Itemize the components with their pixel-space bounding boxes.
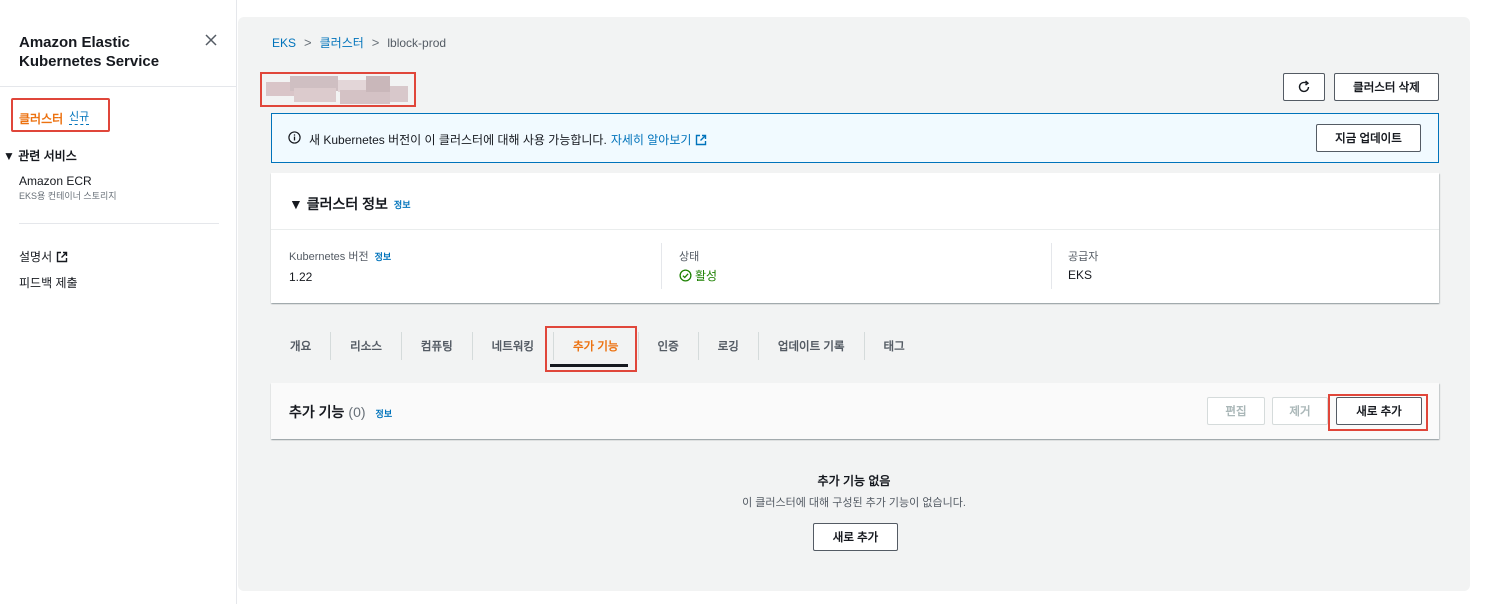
- close-icon[interactable]: [203, 32, 219, 48]
- sidebar-item-clusters[interactable]: 클러스터: [19, 110, 63, 127]
- status-value-wrap: 활성: [679, 267, 717, 284]
- addons-card: 추가 기능 (0) 정보 편집 제거 새로 추가: [271, 383, 1439, 439]
- tab-resources[interactable]: 리소스: [330, 332, 401, 360]
- tab-compute[interactable]: 컴퓨팅: [400, 332, 472, 360]
- sidebar-item-ecr[interactable]: Amazon ECR: [19, 174, 92, 188]
- breadcrumb-eks[interactable]: EKS: [272, 36, 296, 50]
- breadcrumb: EKS > 클러스터 > lblock-prod: [272, 34, 446, 51]
- sidebar-item-ecr-description: EKS용 컨테이너 스토리지: [19, 191, 117, 201]
- external-link-icon: [696, 134, 707, 145]
- empty-state-title: 추가 기능 없음: [817, 474, 891, 488]
- empty-state-description: 이 클러스터에 대해 구성된 추가 기능이 없습니다.: [742, 497, 966, 509]
- provider-value: EKS: [1068, 268, 1093, 282]
- addons-title: 추가 기능: [289, 404, 345, 420]
- cluster-info-card: ▼ 클러스터 정보 정보 Kubernetes 버전 정보 1.22 상태 활성…: [271, 173, 1439, 303]
- delete-cluster-button[interactable]: 클러스터 삭제: [1334, 73, 1439, 101]
- chevron-right-icon: >: [371, 35, 380, 50]
- sidebar-item-docs[interactable]: 설명서: [19, 248, 68, 265]
- empty-state-add-button[interactable]: 새로 추가: [813, 523, 898, 551]
- tab-overview[interactable]: 개요: [271, 332, 330, 360]
- learn-more-link[interactable]: 자세히 알아보기: [611, 131, 692, 148]
- alert-text: 새 Kubernetes 버전이 이 클러스터에 대해 사용 가능합니다.: [309, 133, 607, 147]
- external-link-icon: [56, 251, 68, 262]
- tab-update-history[interactable]: 업데이트 기록: [757, 332, 864, 360]
- docs-label: 설명서: [19, 250, 53, 264]
- refresh-icon: [1298, 80, 1310, 93]
- sidebar-section-related-services[interactable]: ▼ 관련 서비스: [3, 147, 77, 164]
- addons-count: (0): [348, 404, 366, 420]
- addons-header: 추가 기능 (0) 정보: [289, 402, 392, 422]
- alert-message: 새 Kubernetes 버전이 이 클러스터에 대해 사용 가능합니다. 자세…: [309, 131, 707, 148]
- update-now-button[interactable]: 지금 업데이트: [1316, 124, 1421, 152]
- main-content: EKS > 클러스터 > lblock-prod 클러스터 삭제 새 Kuber…: [238, 17, 1470, 591]
- cluster-info-header[interactable]: ▼ 클러스터 정보 정보: [289, 194, 410, 214]
- cluster-info-link[interactable]: 정보: [394, 198, 411, 211]
- refresh-button[interactable]: [1283, 73, 1325, 101]
- cluster-info-title: ▼ 클러스터 정보: [289, 196, 388, 212]
- highlight-box-addons-tab: [545, 326, 637, 372]
- tab-networking[interactable]: 네트워킹: [471, 332, 553, 360]
- status-label: 상태: [679, 251, 700, 263]
- kubernetes-version-label-wrap: Kubernetes 버전 정보: [289, 248, 391, 264]
- sidebar-divider: [19, 223, 219, 224]
- status-value: 활성: [695, 269, 718, 283]
- info-icon: [288, 131, 301, 144]
- highlight-box-add-button: [1328, 394, 1428, 431]
- edit-button[interactable]: 편집: [1207, 397, 1265, 425]
- kubernetes-version-info-link[interactable]: 정보: [375, 250, 392, 263]
- tab-tags[interactable]: 태그: [863, 332, 924, 360]
- service-title: Amazon Elastic Kubernetes Service: [19, 34, 160, 70]
- new-badge: 신규: [69, 111, 90, 125]
- breadcrumb-current: lblock-prod: [387, 35, 447, 50]
- provider-label: 공급자: [1068, 251, 1099, 263]
- tab-authentication[interactable]: 인증: [637, 332, 698, 360]
- tab-logging[interactable]: 로깅: [697, 332, 758, 360]
- check-circle-icon: [679, 269, 692, 282]
- remove-button[interactable]: 제거: [1272, 397, 1328, 425]
- kubernetes-version-label: Kubernetes 버전: [289, 251, 369, 263]
- breadcrumb-clusters[interactable]: 클러스터: [320, 34, 364, 51]
- page-title-redacted: [260, 72, 416, 107]
- sidebar: Amazon Elastic Kubernetes Service 클러스터 신…: [0, 0, 237, 604]
- sidebar-divider: [0, 86, 237, 87]
- addons-info-link[interactable]: 정보: [376, 407, 393, 420]
- update-available-alert: 새 Kubernetes 버전이 이 클러스터에 대해 사용 가능합니다. 자세…: [271, 113, 1439, 163]
- column-divider: [1051, 243, 1052, 289]
- sidebar-item-feedback[interactable]: 피드백 제출: [19, 274, 78, 291]
- chevron-right-icon: >: [304, 35, 312, 50]
- kubernetes-version-value: 1.22: [289, 270, 313, 284]
- card-divider: [271, 229, 1439, 230]
- column-divider: [661, 243, 662, 289]
